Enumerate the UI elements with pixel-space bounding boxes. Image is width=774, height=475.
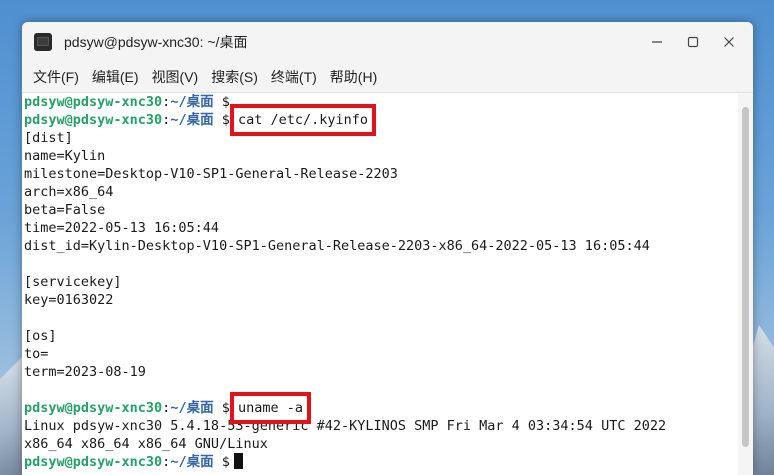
output-line: beta=False <box>24 202 106 218</box>
prompt-path: ~/桌面 <box>170 400 214 416</box>
menu-terminal[interactable]: 终端(T) <box>269 64 319 90</box>
prompt-line: pdsyw@pdsyw-xnc30:~/桌面 $ uname -a <box>24 392 738 424</box>
output-line: x86_64 x86_64 x86_64 GNU/Linux <box>24 436 268 452</box>
close-icon <box>724 37 734 47</box>
minimize-button[interactable] <box>639 22 675 62</box>
maximize-button[interactable] <box>675 22 711 62</box>
title-bar[interactable]: pdsyw@pdsyw-xnc30: ~/桌面 <box>22 22 753 62</box>
minimize-icon <box>652 41 662 43</box>
vertical-scrollbar[interactable] <box>738 93 753 475</box>
command-cat-kyinfo: cat /etc/.kyinfo <box>229 104 377 136</box>
kyinfo-output: [dist] name=Kylin milestone=Desktop-V10-SP… <box>24 129 738 399</box>
prompt-user: pdsyw@pdsyw-xnc30 <box>24 454 163 470</box>
prompt-symbol: $ <box>221 112 230 128</box>
prompt-path: ~/桌面 <box>170 112 214 128</box>
window-title: pdsyw@pdsyw-xnc30: ~/桌面 <box>64 34 248 50</box>
terminal-icon <box>34 33 52 51</box>
prompt-symbol: $ <box>221 400 230 416</box>
prompt-user: pdsyw@pdsyw-xnc30 <box>24 94 163 110</box>
output-line: [servicekey] <box>24 274 122 290</box>
menu-bar: 文件(F) 编辑(E) 视图(V) 搜索(S) 终端(T) 帮助(H) <box>22 62 753 93</box>
prompt-user: pdsyw@pdsyw-xnc30 <box>24 112 163 128</box>
prompt-line: pdsyw@pdsyw-xnc30:~/桌面 $ <box>24 93 738 111</box>
output-line: milestone=Desktop-V10-SP1-General-Releas… <box>24 166 398 182</box>
menu-edit[interactable]: 编辑(E) <box>90 64 141 90</box>
terminal-output[interactable]: pdsyw@pdsyw-xnc30:~/桌面 $ pdsyw@pdsyw-xnc… <box>22 93 738 475</box>
prompt-path: ~/桌面 <box>170 94 214 110</box>
output-line: Linux pdsyw-xnc30 5.4.18-53-generic #42-… <box>24 418 667 434</box>
prompt-path: ~/桌面 <box>170 454 214 470</box>
text-cursor <box>233 453 243 469</box>
terminal-window: pdsyw@pdsyw-xnc30: ~/桌面 文件(F) 编辑(E) 视图(V… <box>22 22 753 475</box>
command-uname: uname -a <box>229 392 312 424</box>
output-line: [os] <box>24 328 57 344</box>
output-line: arch=x86_64 <box>24 184 114 200</box>
scrollbar-thumb[interactable] <box>742 107 749 447</box>
output-line: name=Kylin <box>24 148 106 164</box>
prompt-line: pdsyw@pdsyw-xnc30:~/桌面 $ cat /etc/.kyinf… <box>24 104 738 136</box>
menu-help[interactable]: 帮助(H) <box>328 64 379 90</box>
menu-view[interactable]: 视图(V) <box>150 64 201 90</box>
output-line: term=2023-08-19 <box>24 364 146 380</box>
prompt-symbol: $ <box>221 94 230 110</box>
uname-output: Linux pdsyw-xnc30 5.4.18-53-generic #42-… <box>24 417 738 453</box>
output-line: [dist] <box>24 130 73 146</box>
close-button[interactable] <box>711 22 747 62</box>
menu-search[interactable]: 搜索(S) <box>209 64 260 90</box>
output-line: key=0163022 <box>24 292 114 308</box>
maximize-icon <box>687 36 699 48</box>
window-controls <box>639 22 747 62</box>
prompt-line: pdsyw@pdsyw-xnc30:~/桌面 $ <box>24 453 738 471</box>
output-line: to= <box>24 346 49 362</box>
prompt-symbol: $ <box>221 454 230 470</box>
output-line: dist_id=Kylin-Desktop-V10-SP1-General-Re… <box>24 238 650 254</box>
output-line: time=2022-05-13 16:05:44 <box>24 220 220 236</box>
prompt-user: pdsyw@pdsyw-xnc30 <box>24 400 163 416</box>
menu-file[interactable]: 文件(F) <box>31 64 81 90</box>
